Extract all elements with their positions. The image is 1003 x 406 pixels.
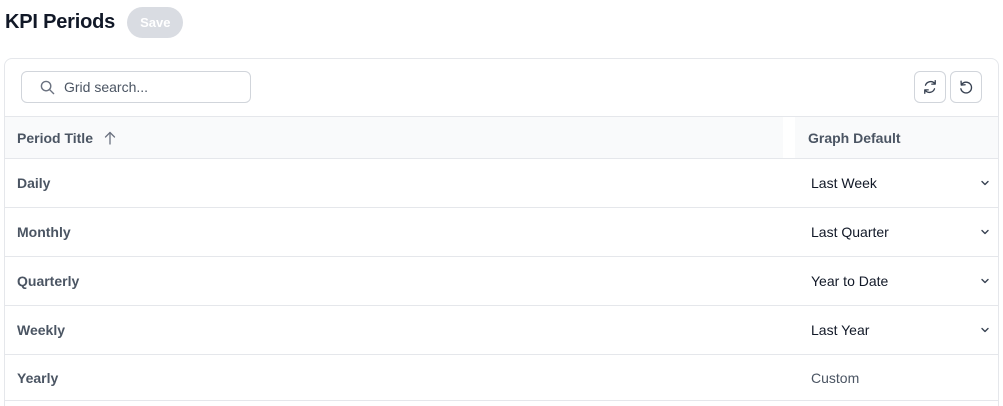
save-button[interactable]: Save — [127, 7, 184, 38]
period-title-cell: Monthly — [17, 224, 71, 240]
column-header-period-title[interactable]: Period Title — [17, 117, 116, 158]
search-input[interactable] — [64, 79, 234, 95]
search-box[interactable] — [21, 71, 251, 103]
table-row[interactable]: Quarterly Year to Date — [5, 257, 998, 306]
grid-toolbar — [5, 59, 998, 116]
refresh-icon — [924, 80, 936, 94]
reset-button[interactable] — [950, 71, 982, 103]
search-icon — [40, 80, 55, 94]
grid-panel: Period Title Graph Default Daily Last We… — [4, 58, 999, 406]
graph-default-value: Year to Date — [811, 273, 889, 289]
graph-default-value: Last Week — [811, 175, 877, 191]
column-divider[interactable] — [783, 117, 795, 158]
table-row[interactable]: Monthly Last Quarter — [5, 208, 998, 257]
refresh-button[interactable] — [914, 71, 946, 103]
graph-default-value: Last Year — [811, 322, 870, 338]
graph-default-value: Custom — [811, 369, 860, 386]
undo-icon — [960, 80, 973, 94]
graph-default-select[interactable]: Last Week — [811, 159, 991, 207]
sort-ascending-icon — [104, 131, 116, 145]
chevron-down-icon — [981, 327, 989, 333]
period-title-cell: Yearly — [17, 369, 59, 386]
graph-default-select[interactable]: Last Quarter — [811, 208, 991, 256]
table-row[interactable]: Yearly Custom — [5, 355, 998, 401]
page-header: KPI Periods Save — [5, 7, 184, 38]
chevron-down-icon — [981, 278, 989, 284]
period-title-cell: Weekly — [17, 322, 65, 338]
grid-header: Period Title Graph Default — [5, 116, 998, 159]
table-row[interactable]: Weekly Last Year — [5, 306, 998, 355]
page-title: KPI Periods — [5, 11, 116, 33]
column-header-label: Period Title — [17, 129, 93, 146]
column-header-graph-default[interactable]: Graph Default — [808, 117, 901, 158]
column-header-label: Graph Default — [808, 129, 901, 146]
period-title-cell: Daily — [17, 175, 51, 191]
period-title-cell: Quarterly — [17, 273, 80, 289]
table-row[interactable]: Daily Last Week — [5, 159, 998, 208]
graph-default-value: Last Quarter — [811, 224, 889, 240]
chevron-down-icon — [981, 229, 989, 235]
graph-default-select[interactable]: Last Year — [811, 306, 991, 354]
chevron-down-icon — [981, 180, 989, 186]
graph-default-select[interactable]: Year to Date — [811, 257, 991, 305]
graph-default-cell: Custom — [811, 355, 991, 400]
